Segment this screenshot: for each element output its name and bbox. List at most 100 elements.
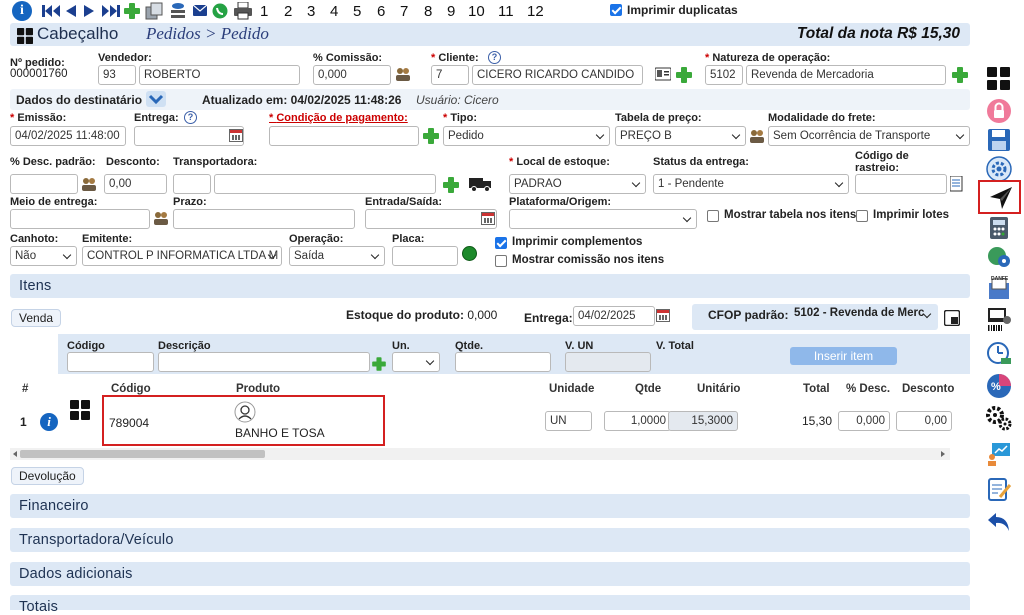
add-item-icon[interactable] bbox=[372, 357, 386, 371]
stock-location-select[interactable]: PADRAO bbox=[509, 174, 646, 194]
breadcrumb[interactable]: Pedidos > Pedido bbox=[146, 24, 269, 44]
print-complements-checkbox[interactable] bbox=[495, 237, 507, 249]
entry-unit-select[interactable] bbox=[392, 352, 440, 372]
page-tab-6[interactable]: 6 bbox=[377, 3, 385, 20]
barcode-print-icon[interactable] bbox=[986, 306, 1012, 332]
print-batches-checkbox[interactable] bbox=[856, 210, 868, 222]
seller-code-input[interactable]: 93 bbox=[98, 65, 136, 85]
entry-description-input[interactable] bbox=[158, 352, 370, 372]
tracking-input[interactable] bbox=[855, 174, 947, 194]
horizontal-scrollbar[interactable] bbox=[10, 448, 950, 460]
expand-panel-icon[interactable] bbox=[944, 310, 960, 326]
add-client-icon[interactable] bbox=[676, 67, 692, 83]
items-delivery-calendar-icon[interactable] bbox=[656, 309, 670, 322]
price-table-people-icon[interactable] bbox=[749, 128, 765, 144]
finance-section-bar[interactable]: Financeiro bbox=[10, 494, 970, 518]
copy-icon[interactable] bbox=[145, 2, 163, 20]
plate-input[interactable] bbox=[392, 246, 458, 266]
calculator-icon[interactable] bbox=[986, 215, 1012, 241]
issuer-select[interactable]: CONTROL P INFORMATICA LTDA M bbox=[82, 246, 282, 266]
globe-gear-icon[interactable] bbox=[986, 243, 1012, 269]
carrier-name-input[interactable] bbox=[214, 174, 436, 194]
scrollbar-thumb[interactable] bbox=[20, 450, 265, 458]
client-name-input[interactable]: CICERO RICARDO CANDIDO bbox=[472, 65, 643, 85]
price-table-select[interactable]: PREÇO B bbox=[615, 126, 746, 146]
back-arrow-icon[interactable] bbox=[986, 509, 1012, 535]
row-unit-input[interactable]: UN bbox=[545, 411, 592, 431]
truck-icon[interactable] bbox=[469, 176, 493, 192]
stack-icon[interactable] bbox=[168, 1, 188, 21]
delivery-input[interactable] bbox=[134, 126, 244, 146]
row-grid-icon[interactable] bbox=[70, 400, 90, 420]
totals-section-bar[interactable]: Totais bbox=[10, 595, 970, 615]
send-icon[interactable] bbox=[988, 185, 1014, 211]
client-help-icon[interactable]: ? bbox=[488, 51, 501, 64]
entry-qty-input[interactable] bbox=[455, 352, 551, 372]
last-record-icon[interactable] bbox=[102, 5, 120, 17]
in-out-input[interactable] bbox=[365, 209, 497, 229]
type-select[interactable]: Pedido bbox=[443, 126, 610, 146]
page-tab-7[interactable]: 7 bbox=[400, 3, 408, 20]
page-tab-9[interactable]: 9 bbox=[447, 3, 455, 20]
page-tab-12[interactable]: 12 bbox=[527, 3, 544, 20]
delivery-status-select[interactable]: 1 - Pendente bbox=[653, 174, 849, 194]
page-tab-10[interactable]: 10 bbox=[468, 3, 485, 20]
client-code-input[interactable]: 7 bbox=[431, 65, 469, 85]
discount-std-input[interactable] bbox=[10, 174, 78, 194]
email-icon[interactable] bbox=[193, 5, 207, 16]
return-button[interactable]: Devolução bbox=[11, 467, 84, 485]
nature-code-input[interactable]: 5102 bbox=[705, 65, 743, 85]
page-tab-3[interactable]: 3 bbox=[307, 3, 315, 20]
page-tab-2[interactable]: 2 bbox=[284, 3, 292, 20]
sidebar-grid-icon[interactable] bbox=[987, 67, 1011, 91]
in-out-calendar-icon[interactable] bbox=[481, 212, 495, 225]
insert-item-button[interactable]: Inserir item bbox=[790, 347, 897, 365]
row-discount-pct-input[interactable]: 0,000 bbox=[838, 411, 890, 431]
lock-icon[interactable] bbox=[986, 98, 1012, 124]
delivery-help-icon[interactable]: ? bbox=[184, 111, 197, 124]
carrier-code-input[interactable] bbox=[173, 174, 211, 194]
page-tab-1[interactable]: 1 bbox=[260, 3, 268, 20]
page-tab-4[interactable]: 4 bbox=[330, 3, 338, 20]
show-commission-checkbox[interactable] bbox=[495, 255, 507, 267]
page-tab-11[interactable]: 11 bbox=[498, 3, 514, 20]
delivery-means-input[interactable] bbox=[10, 209, 150, 229]
scroll-right-arrow[interactable] bbox=[941, 451, 945, 457]
payment-condition-label[interactable]: * Condição de pagamento: bbox=[269, 112, 408, 124]
presentation-user-icon[interactable] bbox=[986, 441, 1012, 467]
show-table-checkbox[interactable] bbox=[707, 210, 719, 222]
page-tab-5[interactable]: 5 bbox=[353, 3, 361, 20]
recipient-label[interactable]: Dados do destinatário bbox=[16, 93, 142, 107]
page-tab-8[interactable]: 8 bbox=[424, 3, 432, 20]
operation-select[interactable]: Saída bbox=[289, 246, 385, 266]
clock-money-icon[interactable] bbox=[986, 340, 1012, 366]
first-record-icon[interactable] bbox=[42, 5, 60, 17]
add-icon[interactable] bbox=[124, 3, 140, 19]
percent-chart-icon[interactable]: % bbox=[986, 373, 1012, 399]
cfop-select[interactable]: 5102 - Revenda de Merc bbox=[790, 306, 936, 324]
additional-data-section-bar[interactable]: Dados adicionais bbox=[10, 562, 970, 586]
next-record-icon[interactable] bbox=[84, 5, 94, 17]
danfe-icon[interactable]: DANFE bbox=[986, 275, 1012, 301]
platform-select[interactable] bbox=[509, 209, 697, 229]
expand-chevron-icon[interactable] bbox=[146, 91, 166, 107]
payment-condition-input[interactable] bbox=[269, 126, 419, 146]
entry-code-input[interactable] bbox=[67, 352, 154, 372]
info-icon[interactable]: i bbox=[12, 1, 32, 21]
row-discount-input[interactable]: 0,00 bbox=[896, 411, 952, 431]
edit-document-icon[interactable] bbox=[986, 476, 1012, 502]
seller-name-input[interactable]: ROBERTO bbox=[139, 65, 300, 85]
add-payment-icon[interactable] bbox=[423, 128, 439, 144]
stub-select[interactable]: Não bbox=[10, 246, 77, 266]
sale-button[interactable]: Venda bbox=[11, 309, 62, 327]
discount-input[interactable]: 0,00 bbox=[104, 174, 167, 194]
save-icon[interactable] bbox=[986, 127, 1012, 153]
client-card-icon[interactable] bbox=[655, 67, 671, 81]
scroll-left-arrow[interactable] bbox=[13, 451, 17, 457]
commission-input[interactable]: 0,000 bbox=[313, 65, 391, 85]
items-delivery-input[interactable]: 04/02/2025 bbox=[573, 306, 655, 326]
carrier-section-bar[interactable]: Transportadora/Veículo bbox=[10, 528, 970, 552]
add-carrier-icon[interactable] bbox=[443, 177, 459, 193]
freight-select[interactable]: Sem Ocorrência de Transporte bbox=[768, 126, 970, 146]
print-duplicates-checkbox[interactable] bbox=[610, 4, 622, 16]
